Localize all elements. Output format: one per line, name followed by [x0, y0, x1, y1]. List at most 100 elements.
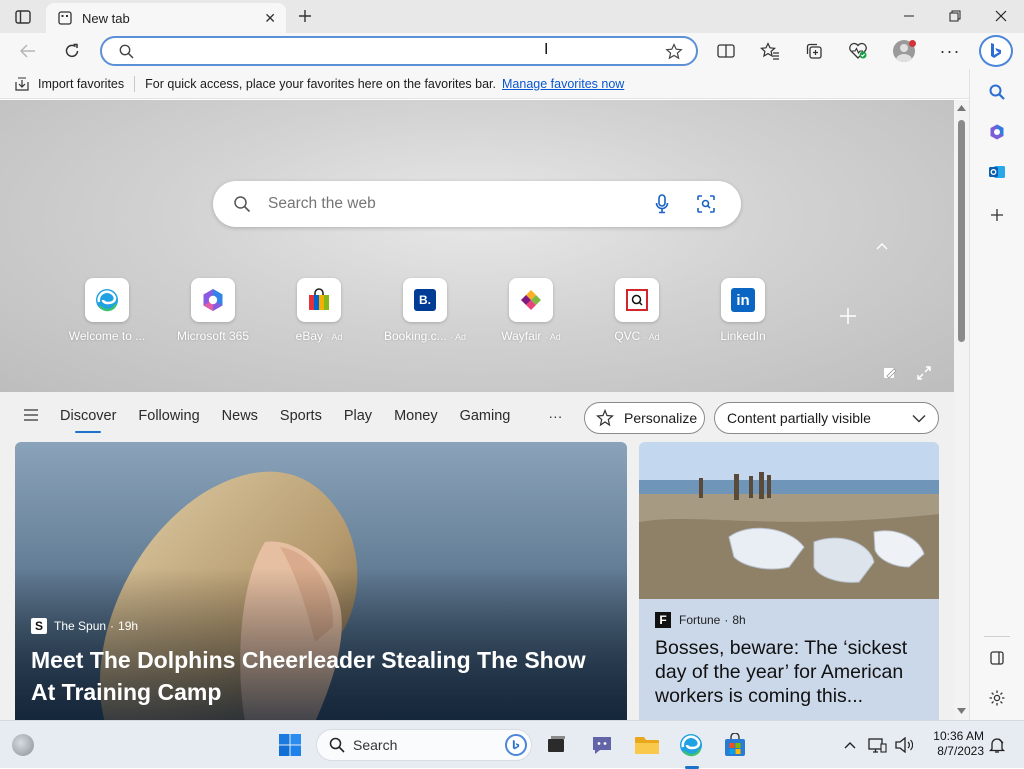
expand-feed-button[interactable]: [916, 365, 934, 383]
quick-link-qvc[interactable]: QVC · Ad: [587, 278, 687, 343]
close-window-button[interactable]: [978, 0, 1024, 32]
network-button[interactable]: [865, 729, 889, 761]
profile-button[interactable]: [890, 39, 918, 63]
sidebar-microsoft365-button[interactable]: [984, 119, 1010, 145]
microphone-icon[interactable]: [654, 193, 670, 215]
feed-tab-money[interactable]: Money: [394, 408, 438, 424]
microsoft-store-button[interactable]: [719, 729, 751, 761]
bing-search-icon: [505, 734, 527, 756]
add-quick-link-button[interactable]: [836, 304, 860, 328]
favorites-divider: [134, 75, 136, 92]
feed-tab-play[interactable]: Play: [344, 408, 372, 424]
quick-link-welcome[interactable]: Welcome to ...: [57, 278, 157, 343]
weather-widget-button[interactable]: [7, 729, 39, 761]
search-icon: [119, 44, 134, 59]
address-input[interactable]: [142, 41, 642, 61]
import-icon: [15, 77, 29, 91]
address-bar[interactable]: I: [100, 36, 698, 66]
personalize-label: Personalize: [624, 410, 698, 426]
hide-sidebar-button[interactable]: [984, 645, 1010, 671]
settings-and-more-button[interactable]: ···: [936, 39, 964, 63]
favorites-bar-message: For quick access, place your favorites h…: [145, 76, 497, 91]
favorites-bar: Import favorites For quick access, place…: [0, 69, 969, 99]
taskbar-search-box[interactable]: Search: [316, 729, 532, 761]
refresh-button[interactable]: [58, 39, 86, 63]
feed-tab-news[interactable]: News: [222, 408, 258, 424]
news-card-featured[interactable]: S The Spun · 19h Meet The Dolphins Cheer…: [15, 442, 627, 720]
back-button[interactable]: [14, 39, 42, 63]
notifications-button[interactable]: [986, 729, 1008, 761]
restore-button[interactable]: [932, 0, 978, 32]
tab-actions-button[interactable]: [10, 6, 36, 28]
new-tab-button[interactable]: [294, 5, 316, 27]
search-icon: [989, 84, 1005, 100]
quick-link-microsoft365[interactable]: Microsoft 365: [163, 278, 263, 343]
edge-taskbar-button[interactable]: [675, 729, 707, 769]
quick-link-ebay[interactable]: eBay · Ad: [269, 278, 369, 343]
windows-logo-icon: [279, 734, 301, 756]
quick-link-wayfair[interactable]: Wayfair · Ad: [481, 278, 581, 343]
collections-button[interactable]: [800, 39, 828, 63]
task-view-button[interactable]: [540, 729, 572, 761]
personalize-button[interactable]: Personalize: [584, 402, 705, 434]
heart-pulse-icon: [849, 42, 867, 59]
quick-link-label: Welcome to ...: [68, 329, 146, 343]
manage-favorites-link[interactable]: Manage favorites now: [502, 77, 624, 91]
import-favorites-button[interactable]: Import favorites: [14, 76, 124, 92]
browser-essentials-button[interactable]: [844, 39, 872, 63]
file-explorer-button[interactable]: [631, 729, 663, 761]
card-title[interactable]: Meet The Dolphins Cheerleader Stealing T…: [31, 644, 601, 708]
minimize-icon: [904, 15, 914, 17]
sidebar-search-button[interactable]: [984, 79, 1010, 105]
sparkle-star-icon: [596, 409, 614, 427]
edge-sidebar: [969, 69, 1024, 720]
ad-badge: · Ad: [544, 332, 561, 342]
text-cursor-icon: I: [544, 41, 549, 58]
web-search-input[interactable]: [268, 195, 628, 213]
close-tab-icon[interactable]: ✕: [264, 10, 276, 27]
news-card[interactable]: F Fortune · 8h Bosses, beware: The ‘sick…: [639, 442, 939, 720]
sidebar-settings-button[interactable]: [984, 685, 1010, 711]
collapse-quick-links-button[interactable]: [872, 238, 892, 254]
quick-link-booking[interactable]: B. Booking.c... · Ad: [375, 278, 475, 343]
minimize-button[interactable]: [886, 0, 932, 32]
clock-date: 8/7/2023: [937, 744, 984, 758]
start-button[interactable]: [274, 729, 306, 761]
scroll-down-arrow-icon[interactable]: [957, 708, 966, 714]
edit-background-button[interactable]: [882, 365, 900, 383]
quick-link-linkedin[interactable]: in LinkedIn: [693, 278, 793, 343]
feed-menu-button[interactable]: [24, 408, 38, 424]
feed-tab-gaming[interactable]: Gaming: [460, 408, 511, 424]
web-search-box[interactable]: [213, 181, 741, 227]
scrollbar-thumb[interactable]: [958, 120, 965, 342]
task-view-icon: [548, 736, 565, 752]
browser-toolbar: I ···: [0, 33, 1024, 69]
feed-tab-discover[interactable]: Discover: [60, 408, 116, 433]
split-screen-button[interactable]: [712, 39, 740, 63]
import-favorites-label: Import favorites: [38, 76, 125, 91]
show-hidden-icons-button[interactable]: [834, 729, 866, 761]
quick-link-label: LinkedIn: [720, 329, 766, 343]
expand-icon: [917, 366, 931, 380]
visual-search-icon[interactable]: [696, 194, 716, 214]
bing-chat-button[interactable]: [979, 35, 1013, 67]
card-title[interactable]: Bosses, beware: The ‘sickest day of the …: [655, 636, 927, 708]
bing-b-icon: [991, 43, 1001, 58]
collections-icon: [806, 43, 822, 59]
sidebar-outlook-button[interactable]: [984, 159, 1010, 185]
scroll-up-arrow-icon[interactable]: [957, 105, 966, 111]
refresh-icon: [65, 43, 79, 58]
content-visibility-dropdown[interactable]: Content partially visible: [714, 402, 939, 434]
feed-more-button[interactable]: ···: [548, 408, 562, 424]
feed-tab-following[interactable]: Following: [138, 408, 199, 424]
vertical-scrollbar[interactable]: [954, 100, 969, 720]
store-bag-icon: [725, 733, 745, 756]
tab-new-tab[interactable]: New tab ✕: [46, 3, 286, 33]
favorites-button[interactable]: [756, 39, 784, 63]
favorite-star-icon[interactable]: [665, 43, 683, 61]
teams-chat-button[interactable]: [586, 729, 618, 761]
sidebar-add-button[interactable]: [984, 202, 1010, 228]
feed-tab-sports[interactable]: Sports: [280, 408, 322, 424]
clock-button[interactable]: 10:36 AM 8/7/2023: [918, 729, 984, 761]
volume-button[interactable]: [892, 729, 916, 761]
